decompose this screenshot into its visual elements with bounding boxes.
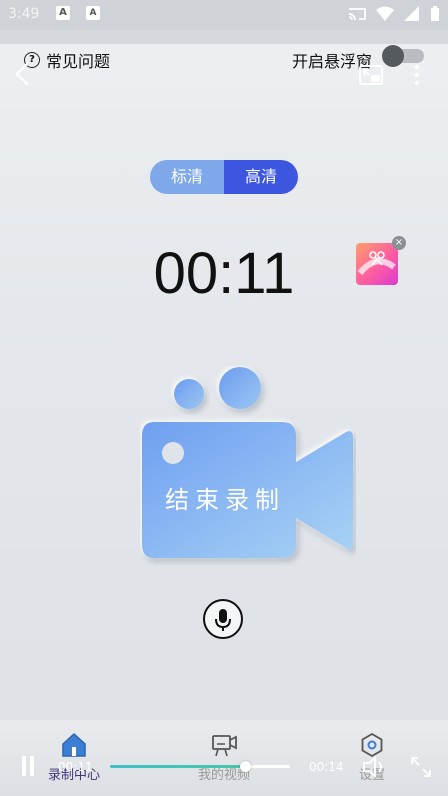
microphone-button[interactable] [203,599,243,639]
ad-thumbnail[interactable] [356,243,398,285]
more-options-icon[interactable] [412,64,422,86]
cast-icon [348,8,366,21]
quality-option-hd[interactable]: 高清 [224,160,298,194]
pause-bar-right [30,756,34,776]
faq-label: 常见问题 [46,52,111,71]
camera-record-button[interactable] [140,366,356,566]
settings-icon [361,732,383,758]
camera-reel-small [174,379,204,409]
progress-thumb[interactable] [240,761,251,772]
status-time: 3:49 [8,6,40,22]
tab-record-center[interactable]: 录制中心 [44,732,104,783]
back-arrow-icon[interactable] [12,62,32,86]
fullscreen-icon[interactable] [410,756,432,778]
progress-fill [110,765,245,768]
player-current-time: 00:11 [58,760,93,774]
notification-a-icon: A [56,6,70,20]
volume-icon[interactable] [362,756,388,778]
home-icon [62,732,86,757]
pause-button[interactable] [20,756,36,776]
wifi-icon [376,6,394,21]
player-duration: 00:14 [309,760,344,774]
notification-a-small-icon: A [86,6,100,20]
status-bar: 3:49 A A [0,0,448,30]
camera-lens-dot [162,442,184,464]
camera-reel-large [219,367,261,409]
stop-recording-label: 结束录制 [165,486,285,514]
picture-in-picture-icon[interactable] [358,64,384,86]
quality-switch: 标清 高清 [150,160,298,194]
header-strip [0,30,448,44]
battery-icon [431,6,439,21]
faq-link[interactable]: ? 常见问题 [24,48,110,72]
quality-option-sd[interactable]: 标清 [150,160,224,194]
toggle-knob [382,45,404,67]
ad-close-icon[interactable]: × [392,236,406,250]
microphone-icon [215,609,231,631]
scissors-icon [357,251,396,275]
player-progress-bar[interactable] [110,761,290,772]
signal-icon [404,6,419,21]
tab-my-videos[interactable]: 我的视频 [190,732,258,783]
pause-bar-left [22,756,26,776]
video-icon [212,735,237,757]
